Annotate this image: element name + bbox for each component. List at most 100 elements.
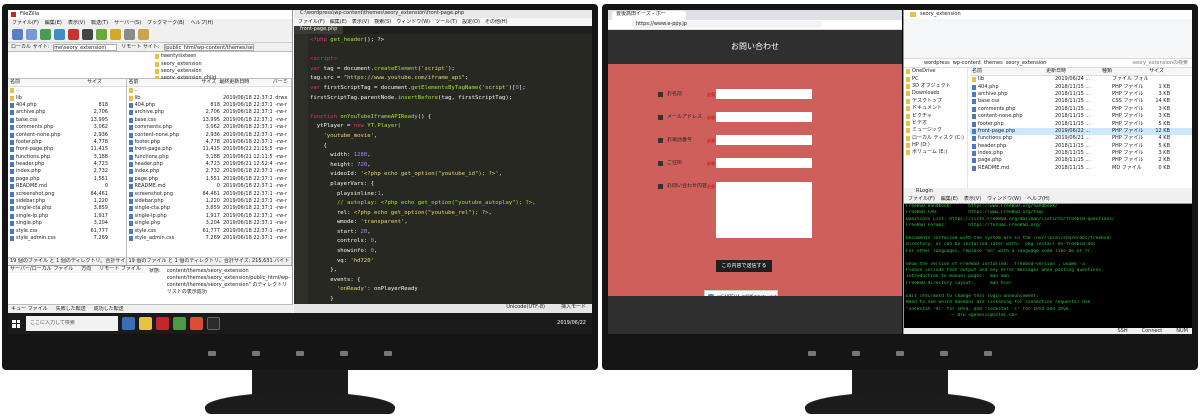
file-row[interactable]: style.css 61,777 <box>8 227 126 234</box>
menu-item[interactable]: 編集(E) <box>330 19 347 26</box>
file-row[interactable]: README.md 2018/11/15 ... MD ファイル 0 KB <box>970 165 1192 172</box>
nav-item[interactable]: ドキュメント <box>904 105 967 112</box>
file-row[interactable]: page.php 2018/11/15 ... PHP ファイル 2 KB <box>970 157 1192 164</box>
file-row[interactable]: header.php 4,723 2019/06/21 12:52:42 -rw-r <box>127 161 292 168</box>
menu-item[interactable]: ウィンドウ(W) <box>987 196 1021 203</box>
inquiry-textarea[interactable] <box>716 182 812 238</box>
taskbar-search[interactable]: ここに入力して検索 <box>26 316 118 331</box>
menu-item[interactable]: ブックマーク(B) <box>147 20 184 27</box>
menu-item[interactable]: 設定(O) <box>462 19 480 26</box>
menu-item[interactable]: 転送(T) <box>91 20 108 27</box>
menu-item[interactable]: 表示(V) <box>68 20 85 27</box>
task-view-icon[interactable] <box>122 317 135 330</box>
column-date[interactable]: 更新日時 <box>1046 68 1102 75</box>
chrome-taskbar-icon[interactable] <box>190 317 203 330</box>
column-size[interactable]: サイズ <box>1142 68 1164 75</box>
terminal-output[interactable]: FreeBSD Handbook: https://www.FreeBSD.or… <box>906 204 1190 328</box>
file-row[interactable]: style_admin.css 7,269 <box>8 235 126 242</box>
file-row[interactable]: footer.php 4,778 2019/06/18 22:37:16 -rw-r <box>127 139 292 146</box>
nav-item[interactable]: ミュージック <box>904 127 967 134</box>
breadcrumb-item[interactable]: wp-content <box>953 60 981 67</box>
file-row[interactable]: index.php 2,732 <box>8 168 126 175</box>
file-row[interactable]: base.css 13,995 2019/06/18 22:37:16 -rw-r <box>127 117 292 124</box>
queue-column[interactable]: サーバー/ローカル ファイル <box>10 266 73 273</box>
input-field-2[interactable] <box>716 135 812 145</box>
column-name[interactable]: 名前 <box>10 79 80 86</box>
nav-item[interactable]: ビデオ <box>904 120 967 127</box>
file-row[interactable]: page.php 1,551 <box>8 176 126 183</box>
input-field-3[interactable] <box>716 158 812 168</box>
file-row[interactable]: lib 2019/06/24 ... ファイル フォル... <box>970 76 1192 83</box>
menu-item[interactable]: ファイル(F) <box>298 19 325 26</box>
column-name[interactable]: 名前 <box>972 68 1046 75</box>
menu-item[interactable]: 表示(V) <box>964 196 981 203</box>
explorer-search[interactable]: seory_extensionの検索 <box>1132 60 1192 67</box>
menu-item[interactable]: 編集(E) <box>45 20 62 27</box>
site-manager-icon[interactable] <box>12 29 23 40</box>
file-row[interactable]: sidebar.php 1,220 <box>8 198 126 205</box>
toggle-log-icon[interactable] <box>26 29 37 40</box>
file-row[interactable]: header.php 2018/11/15 ... PHP ファイル 5 KB <box>970 143 1192 150</box>
parent-directory[interactable]: .. <box>8 87 126 94</box>
menu-item[interactable]: その他(H) <box>485 19 508 26</box>
menu-item[interactable]: ヘルプ(H) <box>191 20 214 27</box>
file-row[interactable]: page.php 1,551 2019/06/18 22:37:16 -rw-r <box>127 176 292 183</box>
file-row[interactable]: lib 2019/06/18 22:37:25 drwx <box>127 94 292 101</box>
cancel-icon[interactable] <box>68 29 79 40</box>
file-row[interactable]: README.md 0 2019/06/18 22:37:16 -rw-r <box>127 183 292 190</box>
file-row[interactable]: single-lp.php 1,917 <box>8 213 126 220</box>
editor-taskbar-icon[interactable] <box>173 317 186 330</box>
file-row[interactable]: 404.php 2018/11/15 ... PHP ファイル 1 KB <box>970 83 1192 90</box>
file-row[interactable]: functions.php 2019/06/21 ... PHP ファイル 4 KB <box>970 135 1192 142</box>
file-row[interactable]: archive.php 2018/11/15 ... PHP ファイル 3 KB <box>970 91 1192 98</box>
breadcrumb-item[interactable]: seory_extension <box>1006 60 1047 67</box>
search-icon[interactable] <box>138 29 149 40</box>
editor-body[interactable]: <?php get_header(); ?> <script> var tag =… <box>294 34 592 321</box>
nav-item[interactable]: 3D オブジェクト <box>904 83 967 90</box>
file-row[interactable]: single-cta.php 3,859 <box>8 205 126 212</box>
file-row[interactable]: base.css 2018/11/15 ... CSS ファイル 14 KB <box>970 98 1192 105</box>
queue-tab[interactable]: 失敗した転送 <box>56 306 86 313</box>
file-row[interactable]: lib <box>8 94 126 101</box>
start-button[interactable] <box>8 313 24 334</box>
file-row[interactable]: content-none.php 2018/11/15 ... PHP ファイル 3 … <box>970 113 1192 120</box>
file-row[interactable]: functions.php 3,188 2019/06/21 12:11:54 -rw… <box>127 154 292 161</box>
code-area[interactable]: <?php get_header(); ?> <script> var tag =… <box>310 36 590 324</box>
menu-item[interactable]: サーバー(S) <box>114 20 141 27</box>
nav-item[interactable]: OneDrive <box>904 68 967 75</box>
explorer-address[interactable]: wordpress wp-content themes seory_extension… <box>904 59 1192 68</box>
file-row[interactable]: single-cta.php 3,859 2019/06/18 22:37:16 -r… <box>127 205 292 212</box>
explorer-taskbar-icon[interactable] <box>139 317 152 330</box>
file-row[interactable]: front-page.php 11,415 <box>8 146 126 153</box>
nav-item[interactable]: Downloads <box>904 90 967 97</box>
menu-item[interactable]: ヘルプ(H) <box>1027 196 1050 203</box>
column-size[interactable]: サイズ <box>80 79 102 86</box>
queue-tab[interactable]: キュー ファイル <box>11 306 48 313</box>
file-row[interactable]: single-lp.php 1,917 2019/06/18 22:37:16 -rw… <box>127 213 292 220</box>
file-row[interactable]: single.php 3,204 2019/06/18 22:37:16 -rw-r <box>127 220 292 227</box>
filezilla-taskbar-icon[interactable] <box>156 317 169 330</box>
file-row[interactable]: 404.php 818 <box>8 102 126 109</box>
menu-item[interactable]: ツール(T) <box>435 19 457 26</box>
local-site-input[interactable]: me\seory_extension\ <box>53 43 118 51</box>
file-row[interactable]: header.php 4,723 <box>8 161 126 168</box>
column-type[interactable]: 種類 <box>1102 68 1142 75</box>
tree-item[interactable]: seory_extension <box>153 68 216 75</box>
file-row[interactable]: style_admin.css 7,269 2019/06/18 22:37:16-… <box>127 235 292 242</box>
menu-item[interactable]: ファイル(F) <box>908 196 935 203</box>
menu-item[interactable]: 表示(V) <box>352 19 369 26</box>
tab-front-page[interactable]: front-page.php <box>294 26 344 34</box>
nav-item[interactable]: ボリューム (E:) <box>904 149 967 156</box>
file-row[interactable]: base.css 13,995 <box>8 117 126 124</box>
menu-item[interactable]: 検索(S) <box>374 19 391 26</box>
file-row[interactable]: content-none.php 2,936 <box>8 131 126 138</box>
menu-item[interactable]: ファイル(F) <box>12 20 39 27</box>
file-row[interactable]: comments.php 3,062 <box>8 124 126 131</box>
file-row[interactable]: sidebar.php 1,220 2019/06/18 22:37:16 -rw-r <box>127 198 292 205</box>
file-row[interactable]: front-page.php 2019/06/22 ... PHP ファイル 12 K… <box>970 127 1192 136</box>
column-name[interactable]: 名前 <box>129 79 196 86</box>
file-row[interactable]: 404.php 818 2019/06/18 22:37:16 -rw-r <box>127 102 292 109</box>
file-row[interactable]: functions.php 3,188 <box>8 154 126 161</box>
file-row[interactable]: comments.php 3,062 2019/06/18 22:37:16 -rw-… <box>127 124 292 131</box>
disconnect-icon[interactable] <box>82 29 93 40</box>
